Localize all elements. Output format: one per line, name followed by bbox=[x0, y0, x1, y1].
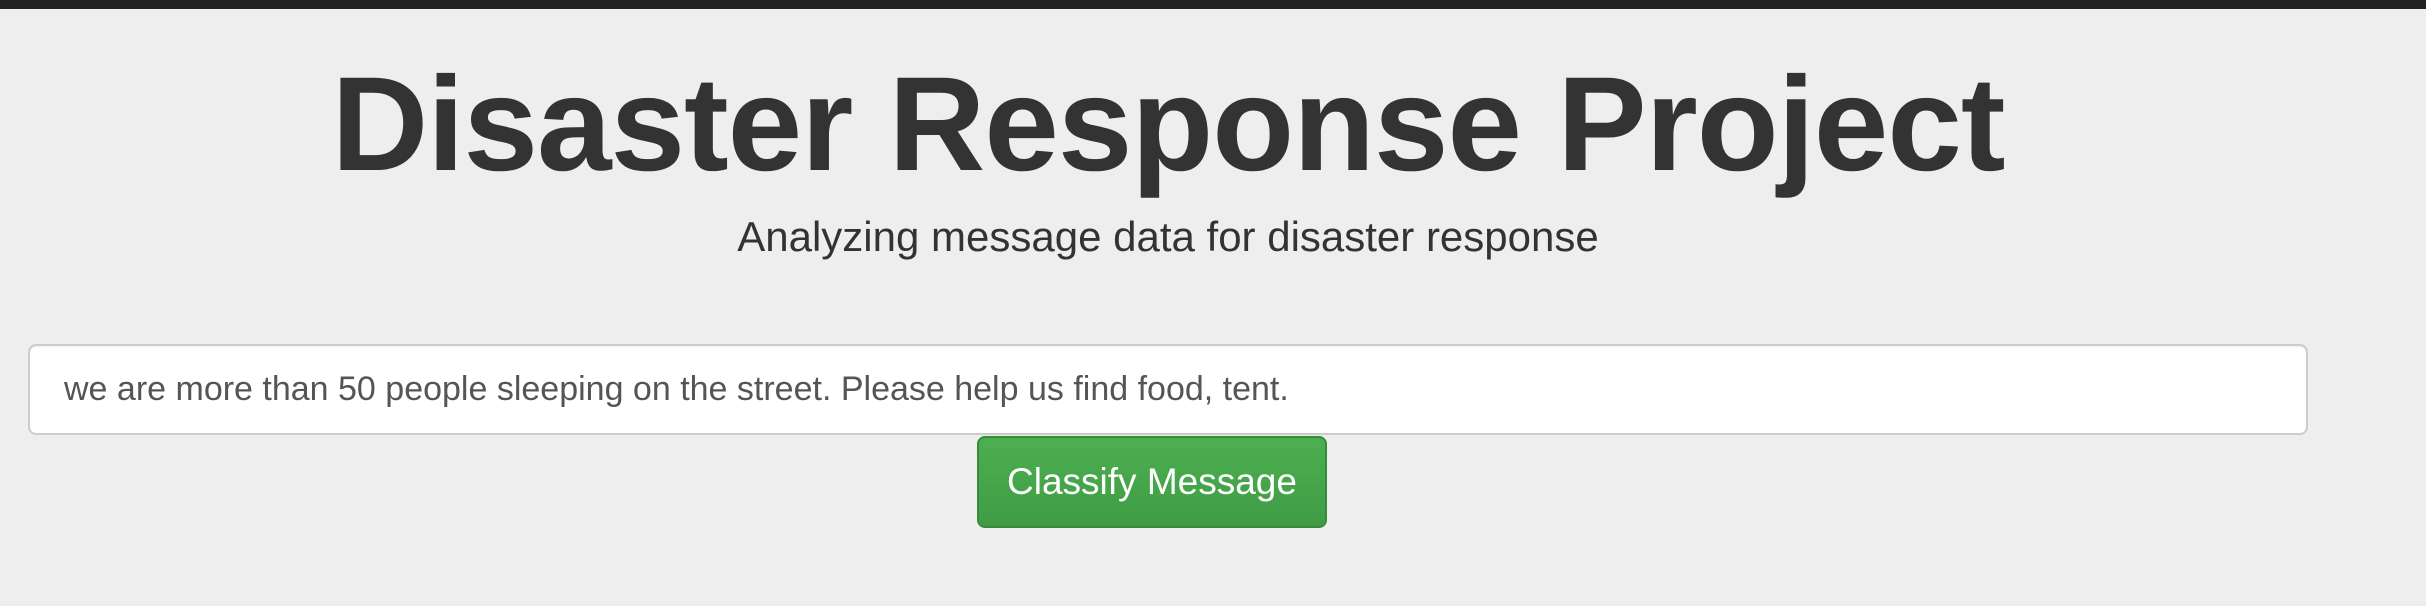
page-title: Disaster Response Project bbox=[331, 50, 2005, 199]
classify-message-button[interactable]: Classify Message bbox=[977, 436, 1327, 528]
message-input[interactable] bbox=[28, 344, 2308, 435]
navbar bbox=[0, 0, 2426, 9]
page-subtitle: Analyzing message data for disaster resp… bbox=[737, 213, 1599, 260]
